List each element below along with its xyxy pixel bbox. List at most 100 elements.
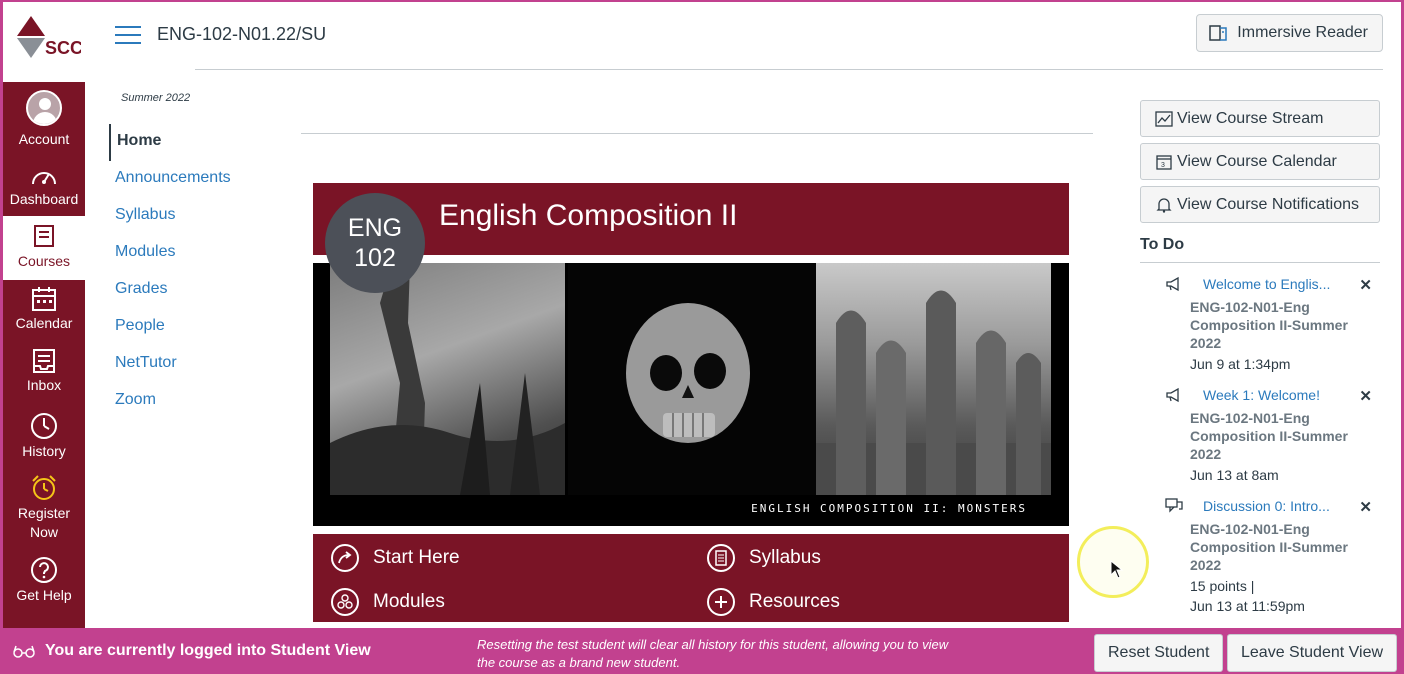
immersive-reader-button[interactable]: Immersive Reader <box>1196 14 1383 52</box>
course-nav-syllabus[interactable]: Syllabus <box>109 198 289 235</box>
view-course-stream-label: View Course Stream <box>1177 109 1324 127</box>
todo-title-link[interactable]: Week 1: Welcome! <box>1203 387 1380 409</box>
view-course-notifications-label: View Course Notifications <box>1177 195 1360 213</box>
view-course-notifications-button[interactable]: View Course Notifications <box>1140 186 1380 223</box>
gnav-courses-label: Courses <box>17 253 71 269</box>
resources-link[interactable]: Resources <box>707 588 840 616</box>
skull-image <box>568 263 816 495</box>
right-sidebar: View Course Stream 3 View Course Calenda… <box>1140 100 1380 616</box>
scc-logo[interactable]: SCC <box>3 2 85 82</box>
immersive-reader-label: Immersive Reader <box>1237 24 1368 41</box>
modules-link[interactable]: Modules <box>331 588 445 616</box>
banner-collage: ENGLISH COMPOSITION II: MONSTERS <box>313 260 1069 526</box>
calendar-icon <box>32 287 56 311</box>
student-view-note: Resetting the test student will clear al… <box>477 637 949 670</box>
syllabus-label: Syllabus <box>749 547 821 568</box>
view-course-calendar-button[interactable]: 3 View Course Calendar <box>1140 143 1380 180</box>
gnav-history[interactable]: History <box>3 412 85 468</box>
badge-line-2: 102 <box>354 244 396 272</box>
todo-title-link[interactable]: Welcome to Englis... <box>1203 276 1380 298</box>
student-view-text: You are currently logged into Student Vi… <box>45 642 371 659</box>
gnav-inbox[interactable]: Inbox <box>3 348 85 404</box>
forest-image <box>330 263 565 495</box>
canvas-app: SCC Account Dashboard Courses Calendar I… <box>0 0 1404 674</box>
start-here-link[interactable]: Start Here <box>331 544 460 572</box>
svg-text:3: 3 <box>1161 162 1165 169</box>
course-nav: Summer 2022 Home Announcements Syllabus … <box>109 92 289 420</box>
arrow-icon <box>331 544 359 572</box>
course-nav-announcements[interactable]: Announcements <box>109 161 289 198</box>
todo-points: 15 points | <box>1190 578 1255 594</box>
announcement-icon <box>1166 276 1179 292</box>
course-nav-zoom[interactable]: Zoom <box>109 383 289 420</box>
cursor-highlight <box>1077 526 1149 598</box>
plus-icon <box>707 588 735 616</box>
view-course-stream-button[interactable]: View Course Stream <box>1140 100 1380 137</box>
course-menu-toggle[interactable] <box>115 26 141 46</box>
course-nav-grades[interactable]: Grades <box>109 272 289 309</box>
mouse-pointer-icon <box>1110 560 1124 579</box>
todo-title-link[interactable]: Discussion 0: Intro... <box>1203 498 1380 520</box>
glasses-icon <box>13 645 35 658</box>
document-icon <box>707 544 735 572</box>
gnav-account-label: Account <box>18 131 70 147</box>
abbey-ruins-image <box>816 263 1051 495</box>
gnav-dashboard[interactable]: Dashboard <box>3 164 85 216</box>
gnav-account[interactable]: Account <box>3 90 85 154</box>
syllabus-link[interactable]: Syllabus <box>707 544 821 572</box>
leave-student-view-button[interactable]: Leave Student View <box>1227 634 1398 672</box>
gnav-get-help[interactable]: Get Help <box>3 556 85 612</box>
gnav-dashboard-label: Dashboard <box>9 191 79 207</box>
dismiss-todo-button[interactable]: ✕ <box>1359 387 1372 405</box>
dismiss-todo-button[interactable]: ✕ <box>1359 276 1372 294</box>
courses-icon <box>34 225 54 247</box>
gnav-history-label: History <box>22 443 66 459</box>
course-nav-people[interactable]: People <box>109 309 289 346</box>
course-nav-nettutor[interactable]: NetTutor <box>109 346 289 383</box>
history-icon <box>31 413 57 439</box>
course-badge: ENG 102 <box>325 193 425 293</box>
start-here-label: Start Here <box>373 547 460 568</box>
course-nav-home[interactable]: Home <box>109 124 289 161</box>
gnav-calendar[interactable]: Calendar <box>3 286 85 342</box>
hamburger-line <box>115 26 141 28</box>
todo-date: Jun 9 at 1:34pm <box>1190 356 1291 372</box>
gnav-get-help-label: Get Help <box>16 587 72 603</box>
todo-date: Jun 13 at 8am <box>1190 467 1279 483</box>
student-view-bar: You are currently logged into Student Vi… <box>3 628 1401 674</box>
header-divider <box>195 69 1383 70</box>
global-nav: SCC Account Dashboard Courses Calendar I… <box>3 2 85 628</box>
discussion-icon <box>1165 498 1183 513</box>
todo-date: Jun 13 at 11:59pm <box>1190 598 1305 614</box>
reset-student-button[interactable]: Reset Student <box>1094 634 1224 672</box>
gnav-register-label-1: Register <box>17 505 71 521</box>
todo-heading: To Do <box>1140 236 1380 263</box>
todo-course: ENG-102-N01-Eng Composition II-Summer 20… <box>1190 299 1348 351</box>
gnav-register-now[interactable]: Register Now <box>3 474 85 544</box>
immersive-reader-icon <box>1209 25 1228 41</box>
breadcrumb-course[interactable]: ENG-102-N01.22/SU <box>157 24 326 45</box>
bell-icon <box>1156 197 1172 213</box>
modules-icon <box>331 588 359 616</box>
todo-item: ✕ Discussion 0: Intro... ENG-102-N01-Eng… <box>1140 498 1380 616</box>
todo-course: ENG-102-N01-Eng Composition II-Summer 20… <box>1190 410 1348 462</box>
hamburger-line <box>115 42 141 44</box>
dashboard-icon <box>32 172 56 185</box>
view-course-calendar-label: View Course Calendar <box>1177 152 1337 170</box>
todo-item: ✕ Week 1: Welcome! ENG-102-N01-Eng Compo… <box>1140 387 1380 485</box>
alarm-clock-icon <box>32 475 56 500</box>
resources-label: Resources <box>749 591 840 612</box>
inbox-icon <box>33 349 55 373</box>
banner-caption: ENGLISH COMPOSITION II: MONSTERS <box>751 502 1027 515</box>
dismiss-todo-button[interactable]: ✕ <box>1359 498 1372 516</box>
content-divider <box>301 133 1093 134</box>
course-banner-title: English Composition II <box>439 199 738 232</box>
gnav-courses[interactable]: Courses <box>3 216 85 280</box>
stream-icon <box>1155 110 1173 127</box>
avatar <box>26 90 62 126</box>
page-header: ENG-102-N01.22/SU Immersive Reader <box>85 2 1398 70</box>
gnav-calendar-label: Calendar <box>15 315 73 331</box>
gnav-inbox-label: Inbox <box>26 377 62 393</box>
badge-line-1: ENG <box>347 214 403 242</box>
course-nav-modules[interactable]: Modules <box>109 235 289 272</box>
